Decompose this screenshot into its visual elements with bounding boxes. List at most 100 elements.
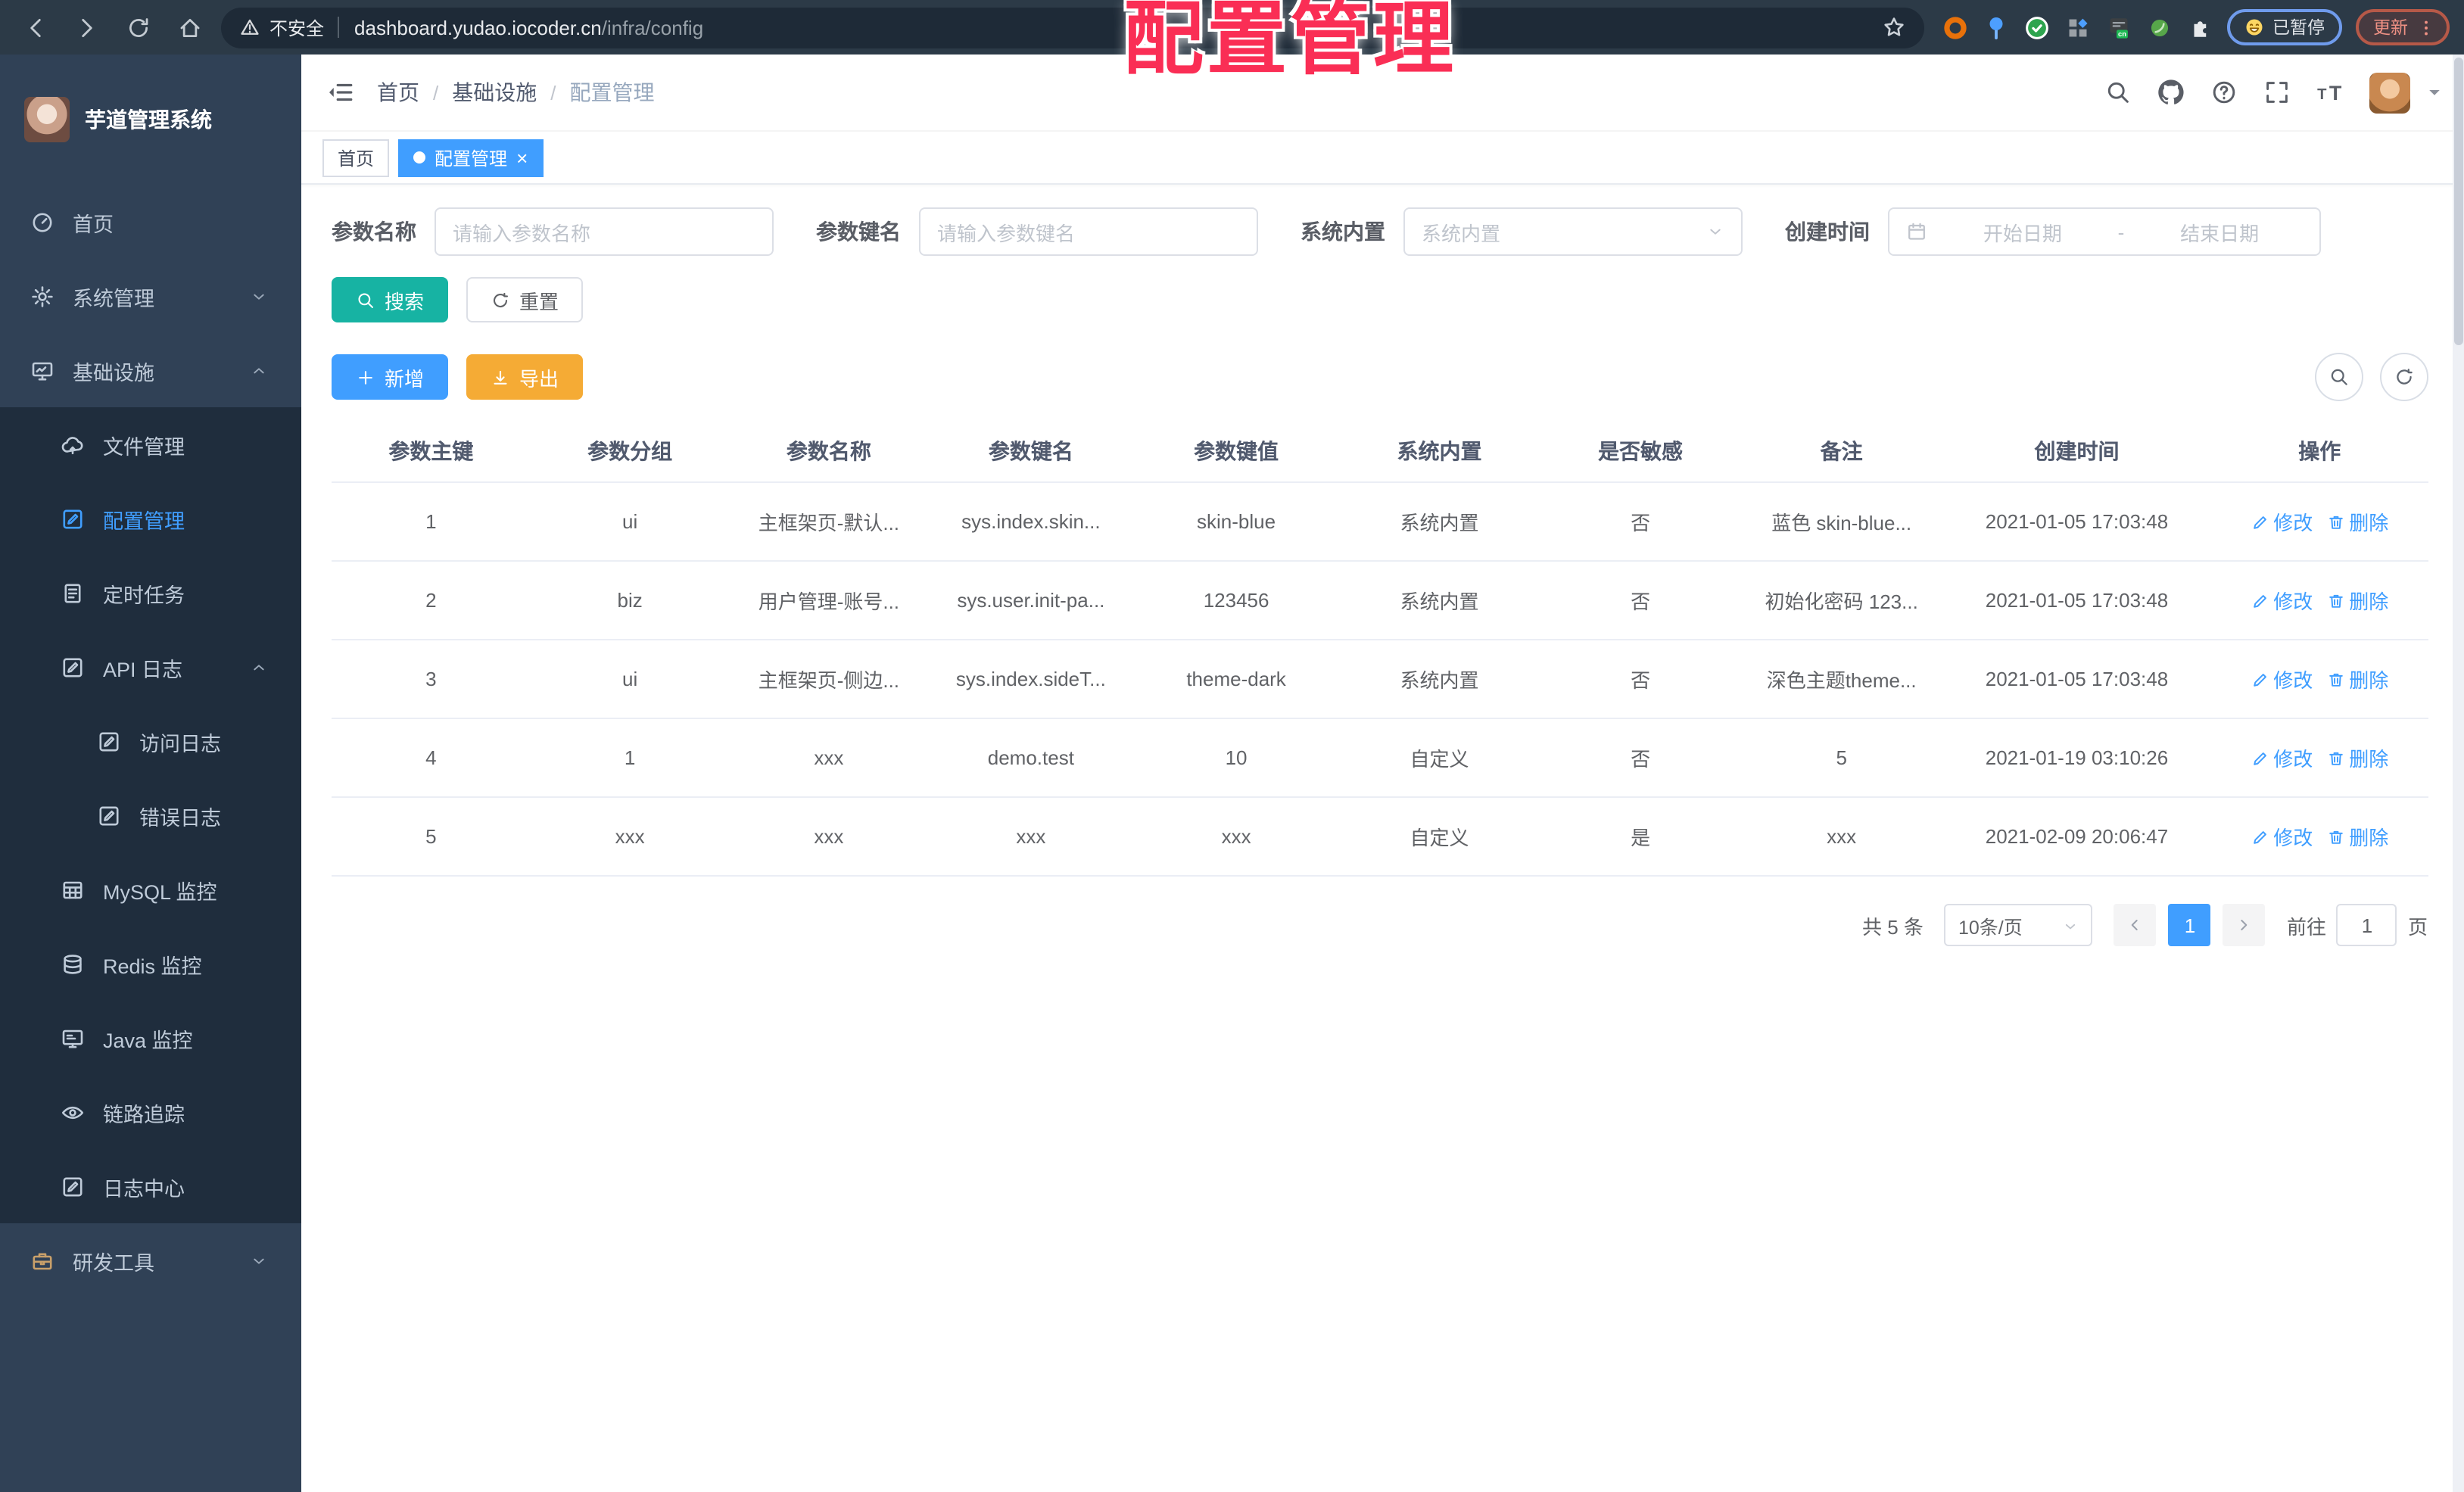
edit-link[interactable]: 修改 xyxy=(2251,507,2313,536)
sidebar-item-label: 文件管理 xyxy=(103,435,185,458)
delete-link[interactable]: 删除 xyxy=(2326,665,2388,693)
sidebar-item-redis[interactable]: Redis 监控 xyxy=(0,927,301,1001)
prev-page-icon[interactable] xyxy=(2114,904,2157,946)
reset-button[interactable]: 重置 xyxy=(466,277,584,322)
edit-icon xyxy=(61,655,85,679)
sidebar-fold-icon[interactable] xyxy=(326,77,356,107)
tag-config-label: 配置管理 xyxy=(435,148,508,169)
param-name-input[interactable]: 请输入参数名称 xyxy=(435,207,774,256)
extension-orange-ring-icon[interactable] xyxy=(1941,14,1968,41)
search-icon[interactable] xyxy=(2104,79,2131,106)
param-key-input[interactable]: 请输入参数键名 xyxy=(919,207,1258,256)
page-scrollbar[interactable] xyxy=(2452,55,2464,1492)
export-button[interactable]: 导出 xyxy=(466,354,584,400)
help-icon[interactable] xyxy=(2210,79,2237,106)
delete-link[interactable]: 删除 xyxy=(2326,822,2388,851)
app-logo-block[interactable]: 芋道管理系统 xyxy=(0,55,301,185)
delete-link[interactable]: 删除 xyxy=(2326,586,2388,615)
sidebar-item-mysql[interactable]: MySQL 监控 xyxy=(0,852,301,927)
system-type-select[interactable]: 系统内置 xyxy=(1403,207,1743,256)
extension-pin-icon[interactable] xyxy=(1982,14,2009,41)
table-cell: 自定义 xyxy=(1338,797,1540,877)
next-page-icon[interactable] xyxy=(2223,904,2266,946)
update-button[interactable]: 更新 xyxy=(2355,9,2449,45)
sidebar-item-java[interactable]: Java 监控 xyxy=(0,1001,301,1075)
delete-link[interactable]: 删除 xyxy=(2326,743,2388,772)
home-icon[interactable] xyxy=(170,8,209,47)
sidebar-item-cloud[interactable]: 文件管理 xyxy=(0,407,301,481)
github-icon[interactable] xyxy=(2157,79,2184,106)
breadcrumb-infra[interactable]: 基础设施 xyxy=(452,77,537,107)
table-cell: 2 xyxy=(332,561,531,640)
tag-config-active[interactable]: 配置管理 × xyxy=(398,139,544,176)
sidebar-item-edit[interactable]: 错误日志 xyxy=(0,778,301,852)
sidebar-item-eye[interactable]: 链路追踪 xyxy=(0,1075,301,1149)
fullscreen-icon[interactable] xyxy=(2263,79,2290,106)
user-avatar[interactable] xyxy=(2369,72,2409,113)
main-layout: 芋道管理系统 首页 系统管理 基础设施 文件管理 配置管理 定时任务 API 日… xyxy=(0,55,2464,1492)
tag-home[interactable]: 首页 xyxy=(322,139,390,176)
reload-icon[interactable] xyxy=(118,8,157,47)
back-icon[interactable] xyxy=(15,8,55,47)
sidebar-item-toolbox[interactable]: 研发工具 xyxy=(0,1223,301,1297)
toggle-search-icon[interactable] xyxy=(2314,353,2363,401)
search-button[interactable]: 搜索 xyxy=(332,277,449,322)
delete-link[interactable]: 删除 xyxy=(2326,507,2388,536)
sidebar-item-edit[interactable]: 日志中心 xyxy=(0,1149,301,1223)
refresh-table-icon[interactable] xyxy=(2379,353,2428,401)
sidebar-item-dashboard[interactable]: 首页 xyxy=(0,185,301,259)
edit-link[interactable]: 修改 xyxy=(2251,586,2313,615)
font-size-icon[interactable]: TT xyxy=(2316,79,2343,106)
current-page[interactable]: 1 xyxy=(2168,904,2211,946)
avatar-caret-down-icon[interactable] xyxy=(2425,83,2443,101)
sidebar-item-edit[interactable]: 访问日志 xyxy=(0,704,301,778)
search-button-row: 搜索 重置 xyxy=(332,277,2428,322)
extensions-puzzle-icon[interactable] xyxy=(2186,14,2213,41)
bookmark-star-icon[interactable] xyxy=(1882,15,1906,39)
extension-green-dot-icon[interactable] xyxy=(2145,14,2173,41)
extension-green-check-icon[interactable] xyxy=(2023,14,2050,41)
table-cell: 1 xyxy=(332,482,531,562)
address-bar[interactable]: 不安全 dashboard.yudao.iocoder.cn /infra/co… xyxy=(221,7,1924,48)
edit-link[interactable]: 修改 xyxy=(2251,743,2313,772)
table-row: 4 1 xxx demo.test 10 自定义否 5 2021-01-19 03:10:26… xyxy=(332,718,2428,798)
reset-button-icon xyxy=(491,290,510,310)
trash-icon xyxy=(2326,591,2344,609)
scrollbar-thumb[interactable] xyxy=(2453,58,2462,345)
breadcrumb-home[interactable]: 首页 xyxy=(377,77,419,107)
trash-icon xyxy=(2326,670,2344,688)
sidebar-item-edit-active[interactable]: 配置管理 xyxy=(0,481,301,556)
tag-close-icon[interactable]: × xyxy=(516,148,528,167)
edit-link[interactable]: 修改 xyxy=(2251,822,2313,851)
page-size-select[interactable]: 10条/页 xyxy=(1944,904,2093,946)
table-cell: 4 xyxy=(332,718,531,798)
table-cell: biz xyxy=(530,561,730,640)
edit-link[interactable]: 修改 xyxy=(2251,665,2313,693)
system-type-label: 系统内置 xyxy=(1301,220,1385,244)
table-cell: 2021-02-09 20:06:47 xyxy=(1942,797,2212,877)
sidebar-item-edit[interactable]: API 日志 xyxy=(0,630,301,704)
kebab-menu-icon[interactable] xyxy=(2416,17,2435,37)
paused-badge[interactable]: 已暂停 xyxy=(2227,9,2341,45)
sidebar-item-infra[interactable]: 基础设施 xyxy=(0,333,301,407)
table-cell: 用户管理-账号... xyxy=(729,561,929,640)
security-warning-icon[interactable] xyxy=(239,17,260,38)
col-remark: 备注 xyxy=(1740,421,1942,483)
table-cell: demo.test xyxy=(928,718,1134,798)
sidebar-item-gear[interactable]: 系统管理 xyxy=(0,259,301,333)
goto-page-input[interactable]: 1 xyxy=(2336,904,2397,946)
chevron-down-icon xyxy=(250,1251,268,1269)
sidebar-item-label: 访问日志 xyxy=(139,732,221,755)
extension-grid-icon[interactable] xyxy=(2064,14,2091,41)
sidebar-item-label: 首页 xyxy=(73,213,114,235)
table-row: 2 biz 用户管理-账号... sys.user.init-pa... 123456 系… xyxy=(332,561,2428,640)
add-button[interactable]: 新增 xyxy=(332,354,449,400)
extension-cn-badge-icon[interactable]: cn xyxy=(2104,14,2132,41)
table-cell: 否 xyxy=(1540,482,1741,562)
date-end-placeholder: 结束日期 xyxy=(2180,222,2260,245)
sidebar-item-doc[interactable]: 定时任务 xyxy=(0,556,301,630)
chevron-up-icon xyxy=(250,658,268,676)
table-cell: sys.index.skin... xyxy=(928,482,1134,562)
date-range-picker[interactable]: 开始日期 - 结束日期 xyxy=(1888,207,2321,256)
forward-icon[interactable] xyxy=(67,8,106,47)
